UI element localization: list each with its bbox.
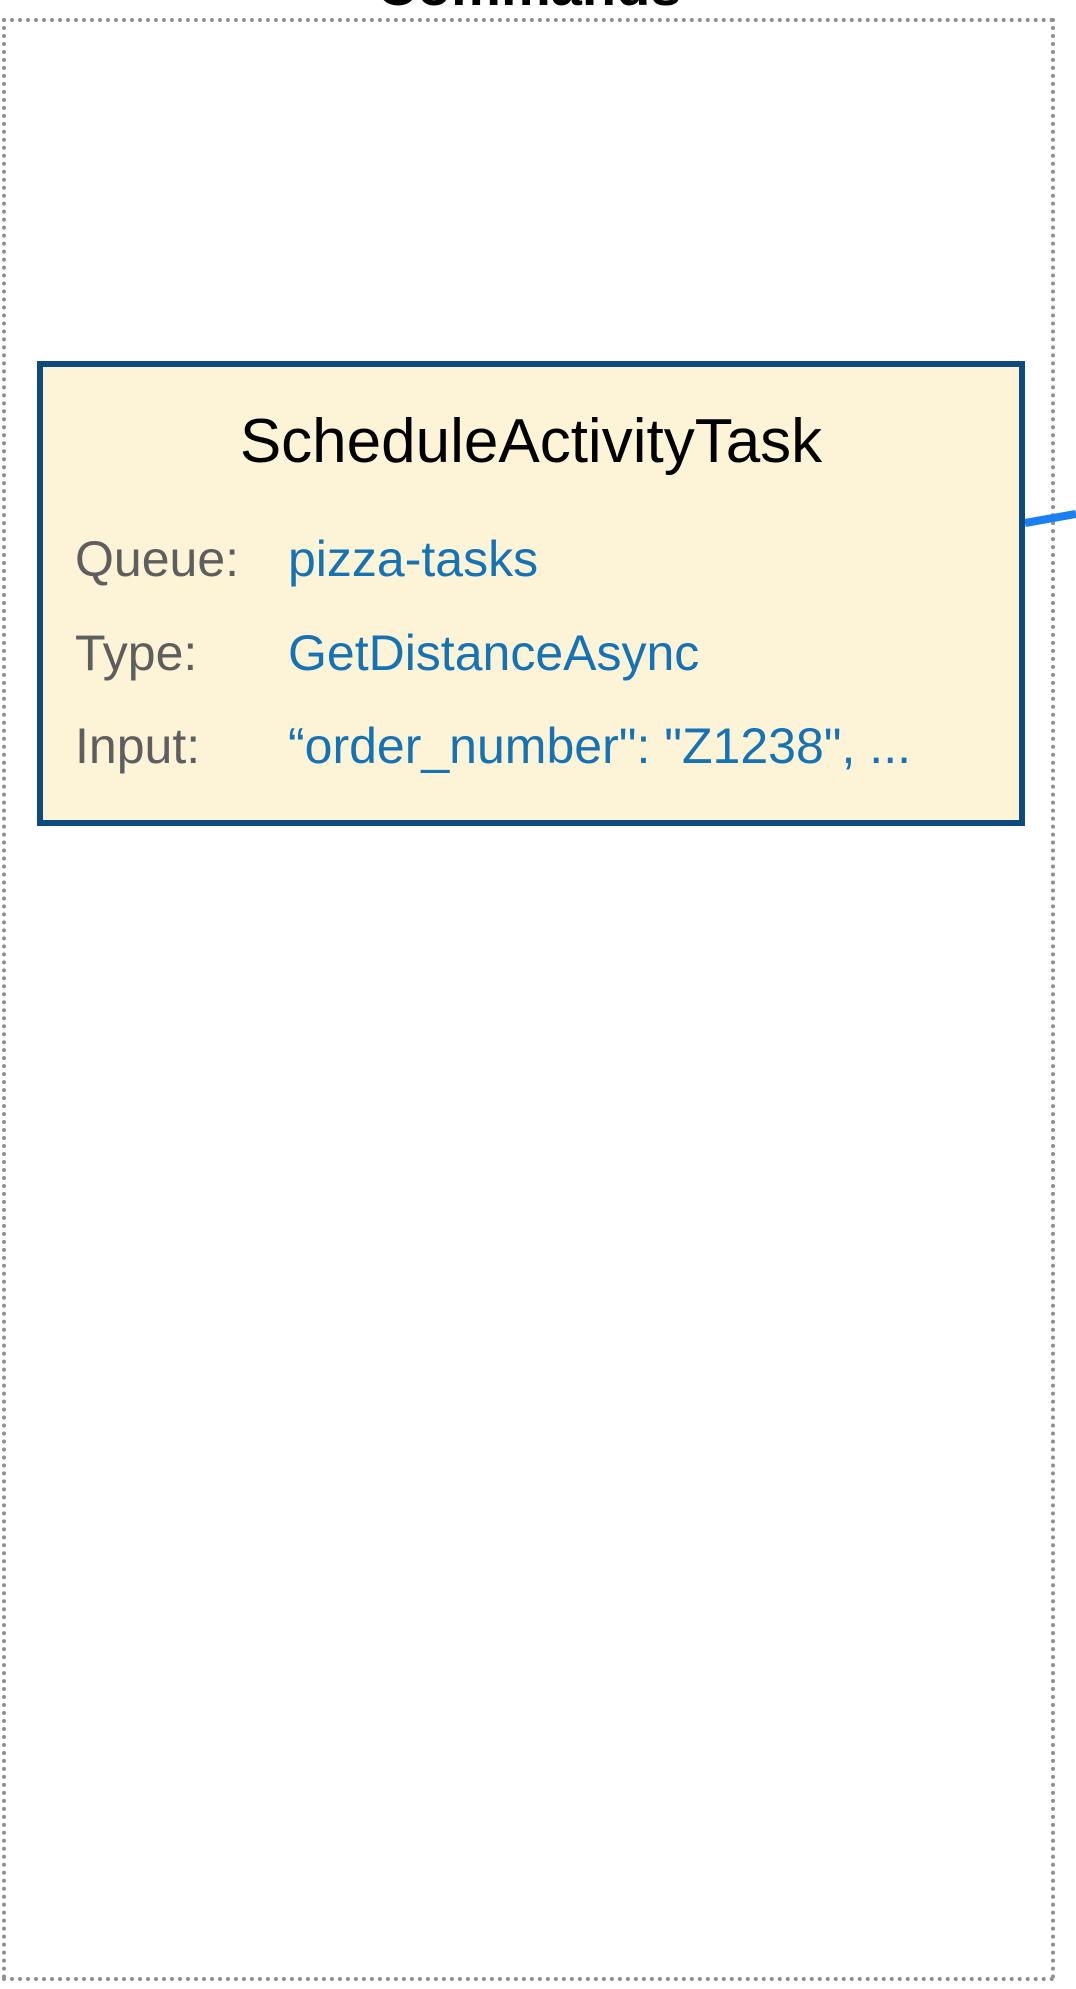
type-label: Type: <box>75 625 198 681</box>
task-title: ScheduleActivityTask <box>239 407 823 476</box>
schedule-activity-task-card[interactable]: ScheduleActivityTask Queue: pizza-tasks … <box>37 361 1025 826</box>
commands-heading: Commands <box>0 0 1058 14</box>
input-value: “order_number": "Z1238", ... <box>288 718 911 774</box>
input-label: Input: <box>75 718 201 774</box>
type-value: GetDistanceAsync <box>288 625 700 681</box>
queue-label: Queue: <box>75 531 240 587</box>
queue-field-row: Queue: pizza-tasks <box>75 529 999 589</box>
commands-container <box>2 18 1055 1981</box>
type-field-row: Type: GetDistanceAsync <box>75 623 999 683</box>
queue-value: pizza-tasks <box>288 531 539 587</box>
input-field-row: Input: “order_number": "Z1238", ... <box>75 716 999 776</box>
